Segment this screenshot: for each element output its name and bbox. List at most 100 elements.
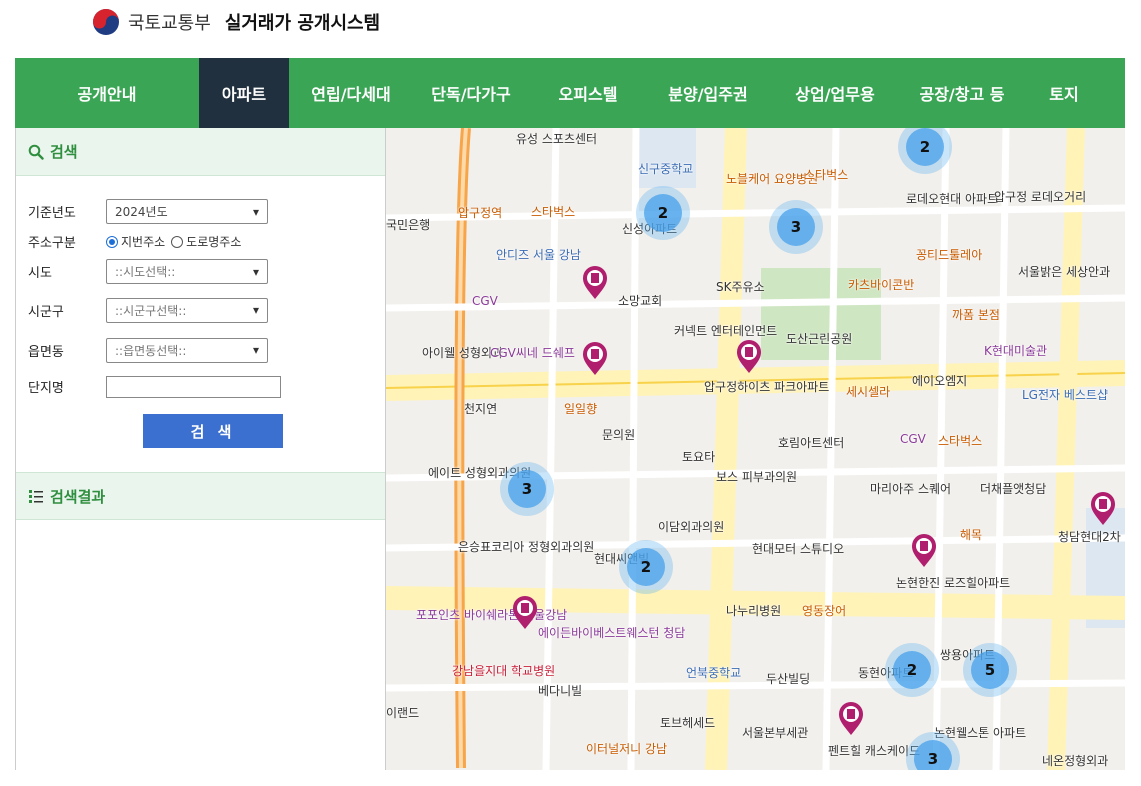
year-select[interactable]: 2024년도 ▾ [106, 199, 268, 224]
map-label: 로데오현대 아파트 [906, 192, 999, 206]
nav-item-factory[interactable]: 공장/창고 등 [901, 58, 1023, 128]
map-label: 영동장어 [802, 604, 847, 618]
apartment-pin-icon[interactable] [911, 534, 937, 568]
chevron-down-icon: ▾ [252, 343, 259, 357]
radio-jibun[interactable]: 지번주소 [106, 233, 165, 250]
map-label: 압구정역 [458, 206, 503, 220]
sido-select[interactable]: ::시도선택:: ▾ [106, 259, 268, 284]
eupmyeondong-select[interactable]: ::읍면동선택:: ▾ [106, 337, 268, 363]
apartment-pin-icon[interactable] [736, 340, 762, 374]
map-label: SK주유소 [716, 280, 765, 294]
map-label: 해목 [960, 528, 983, 542]
eupmyeondong-label: 읍면동 [28, 344, 64, 360]
map-label: 세시셀라 [846, 385, 891, 399]
map-label: 토요타 [682, 450, 716, 464]
map-cluster-count: 2 [627, 548, 665, 586]
map-label: 안디즈 서울 강남 [496, 248, 581, 262]
map-label: 스타벅스 [531, 205, 576, 219]
search-icon [28, 144, 44, 160]
map-label: 유성 스포츠센터 [516, 132, 598, 146]
map-cluster[interactable]: 3 [769, 200, 823, 254]
nav-item-detached[interactable]: 단독/다가구 [413, 58, 529, 128]
map-label: 에이든바이베스트웨스턴 청담 [538, 626, 686, 640]
map-label: 도산근린공원 [786, 332, 853, 346]
sido-label: 시도 [28, 266, 52, 281]
map-view[interactable]: 유성 스포츠센터 신구중학교 노블케어 요양병원 스타벅스 로데오현대 아파트 … [386, 128, 1125, 770]
map-label: 에이오엠지 [912, 374, 968, 388]
map-label: 토브헤세드 [660, 716, 716, 730]
map-cluster[interactable]: 2 [619, 540, 673, 594]
map-cluster-count: 3 [914, 740, 952, 770]
nav-item-apartment[interactable]: 아파트 [199, 58, 289, 128]
map-label: K현대미술관 [984, 344, 1048, 358]
map-label: 압구정하이츠 파크아파트 [704, 380, 830, 394]
map-label: 스타벅스 [938, 434, 983, 448]
map-label: 더채플앳청담 [980, 482, 1047, 496]
map-label: 보스 피부과의원 [716, 470, 798, 484]
map-label: 압구정 로데오거리 [994, 190, 1087, 204]
map-label: CGV [900, 432, 926, 446]
map-label: 카츠바이콘반 [848, 278, 915, 292]
map-cluster-count: 3 [508, 470, 546, 508]
year-select-value: 2024년도 [115, 205, 168, 219]
sigungu-select[interactable]: ::시군구선택:: ▾ [106, 297, 268, 323]
map-label: 현대모터 스튜디오 [752, 542, 845, 556]
map-label: 은승표코리아 정형외과의원 [458, 540, 595, 554]
main-nav: 공개안내 아파트 연립/다세대 단독/다가구 오피스텔 분양/입주권 상업/업무… [15, 58, 1125, 128]
logo[interactable]: 국토교통부 실거래가 공개시스템 [92, 8, 380, 36]
apartment-pin-icon[interactable] [582, 266, 608, 300]
nav-item-notice[interactable]: 공개안내 [15, 58, 199, 128]
radio-road-label: 도로명주소 [186, 235, 242, 249]
radio-jibun-dot[interactable] [106, 235, 118, 248]
map-cluster-count: 2 [906, 128, 944, 166]
nav-item-presale[interactable]: 분양/입주권 [647, 58, 769, 128]
org-name: 국토교통부 [128, 13, 211, 34]
chevron-down-icon: ▾ [252, 204, 259, 219]
system-name: 실거래가 공개시스템 [224, 13, 381, 34]
nav-item-land[interactable]: 토지 [1023, 58, 1105, 128]
nav-item-rowhouse[interactable]: 연립/다세대 [289, 58, 413, 128]
sigungu-select-value: ::시군구선택:: [115, 303, 187, 318]
map-label: 커넥트 엔터테인먼트 [674, 324, 778, 338]
list-icon [29, 490, 43, 503]
map-label: 마리아주 스퀘어 [870, 482, 952, 496]
search-panel-title: 검색 [50, 143, 78, 161]
map-label: 일일향 [564, 402, 598, 416]
map-cluster[interactable]: 2 [885, 643, 939, 697]
nav-item-officetel[interactable]: 오피스텔 [529, 58, 647, 128]
map-cluster[interactable]: 2 [636, 186, 690, 240]
map-cluster[interactable]: 5 [963, 643, 1017, 697]
sigungu-label: 시군구 [28, 304, 64, 320]
complex-name-label: 단지명 [28, 381, 64, 396]
search-sidebar: 검색 기준년도 2024년도 ▾ 주소구분 지번주소 도로명주소 시도 ::시도선… [15, 128, 386, 770]
map-label: 서울밝은 세상안과 [1018, 265, 1111, 279]
apartment-pin-icon[interactable] [1090, 492, 1116, 526]
search-button[interactable]: 검 색 [143, 414, 283, 448]
map-label: 나누리병원 [726, 604, 782, 618]
map-cluster-count: 2 [893, 651, 931, 689]
map-label: CGV씨네 드쉐프 [490, 346, 575, 360]
map-label: 호림아트센터 [778, 436, 845, 450]
chevron-down-icon: ▾ [252, 264, 259, 279]
radio-road[interactable]: 도로명주소 [171, 233, 241, 250]
apartment-pin-icon[interactable] [512, 596, 538, 630]
map-label: 언북중학교 [686, 666, 742, 680]
map-cluster-count: 5 [971, 651, 1009, 689]
chevron-down-icon: ▾ [252, 303, 259, 317]
map-label: 청담현대2차 아파트 [1058, 530, 1125, 544]
address-type-label: 주소구분 [28, 236, 76, 251]
site-header: 국토교통부 실거래가 공개시스템 [0, 0, 1141, 58]
apartment-pin-icon[interactable] [838, 702, 864, 736]
results-panel-header: 검색결과 [16, 472, 385, 520]
map-label: 스타벅스 [804, 168, 849, 182]
map-label: 강남을지대 학교병원 [452, 664, 556, 678]
map-label: 천지연 [464, 402, 498, 416]
complex-name-input[interactable] [106, 375, 281, 398]
map-label: 국민은행 [386, 218, 431, 232]
radio-road-dot[interactable] [171, 235, 184, 248]
nav-item-commercial[interactable]: 상업/업무용 [769, 58, 901, 128]
apartment-pin-icon[interactable] [582, 342, 608, 376]
map-label: 까폼 본점 [952, 308, 1000, 322]
map-cluster[interactable]: 3 [500, 462, 554, 516]
map-label: LG전자 베스트샵 [1022, 388, 1109, 402]
